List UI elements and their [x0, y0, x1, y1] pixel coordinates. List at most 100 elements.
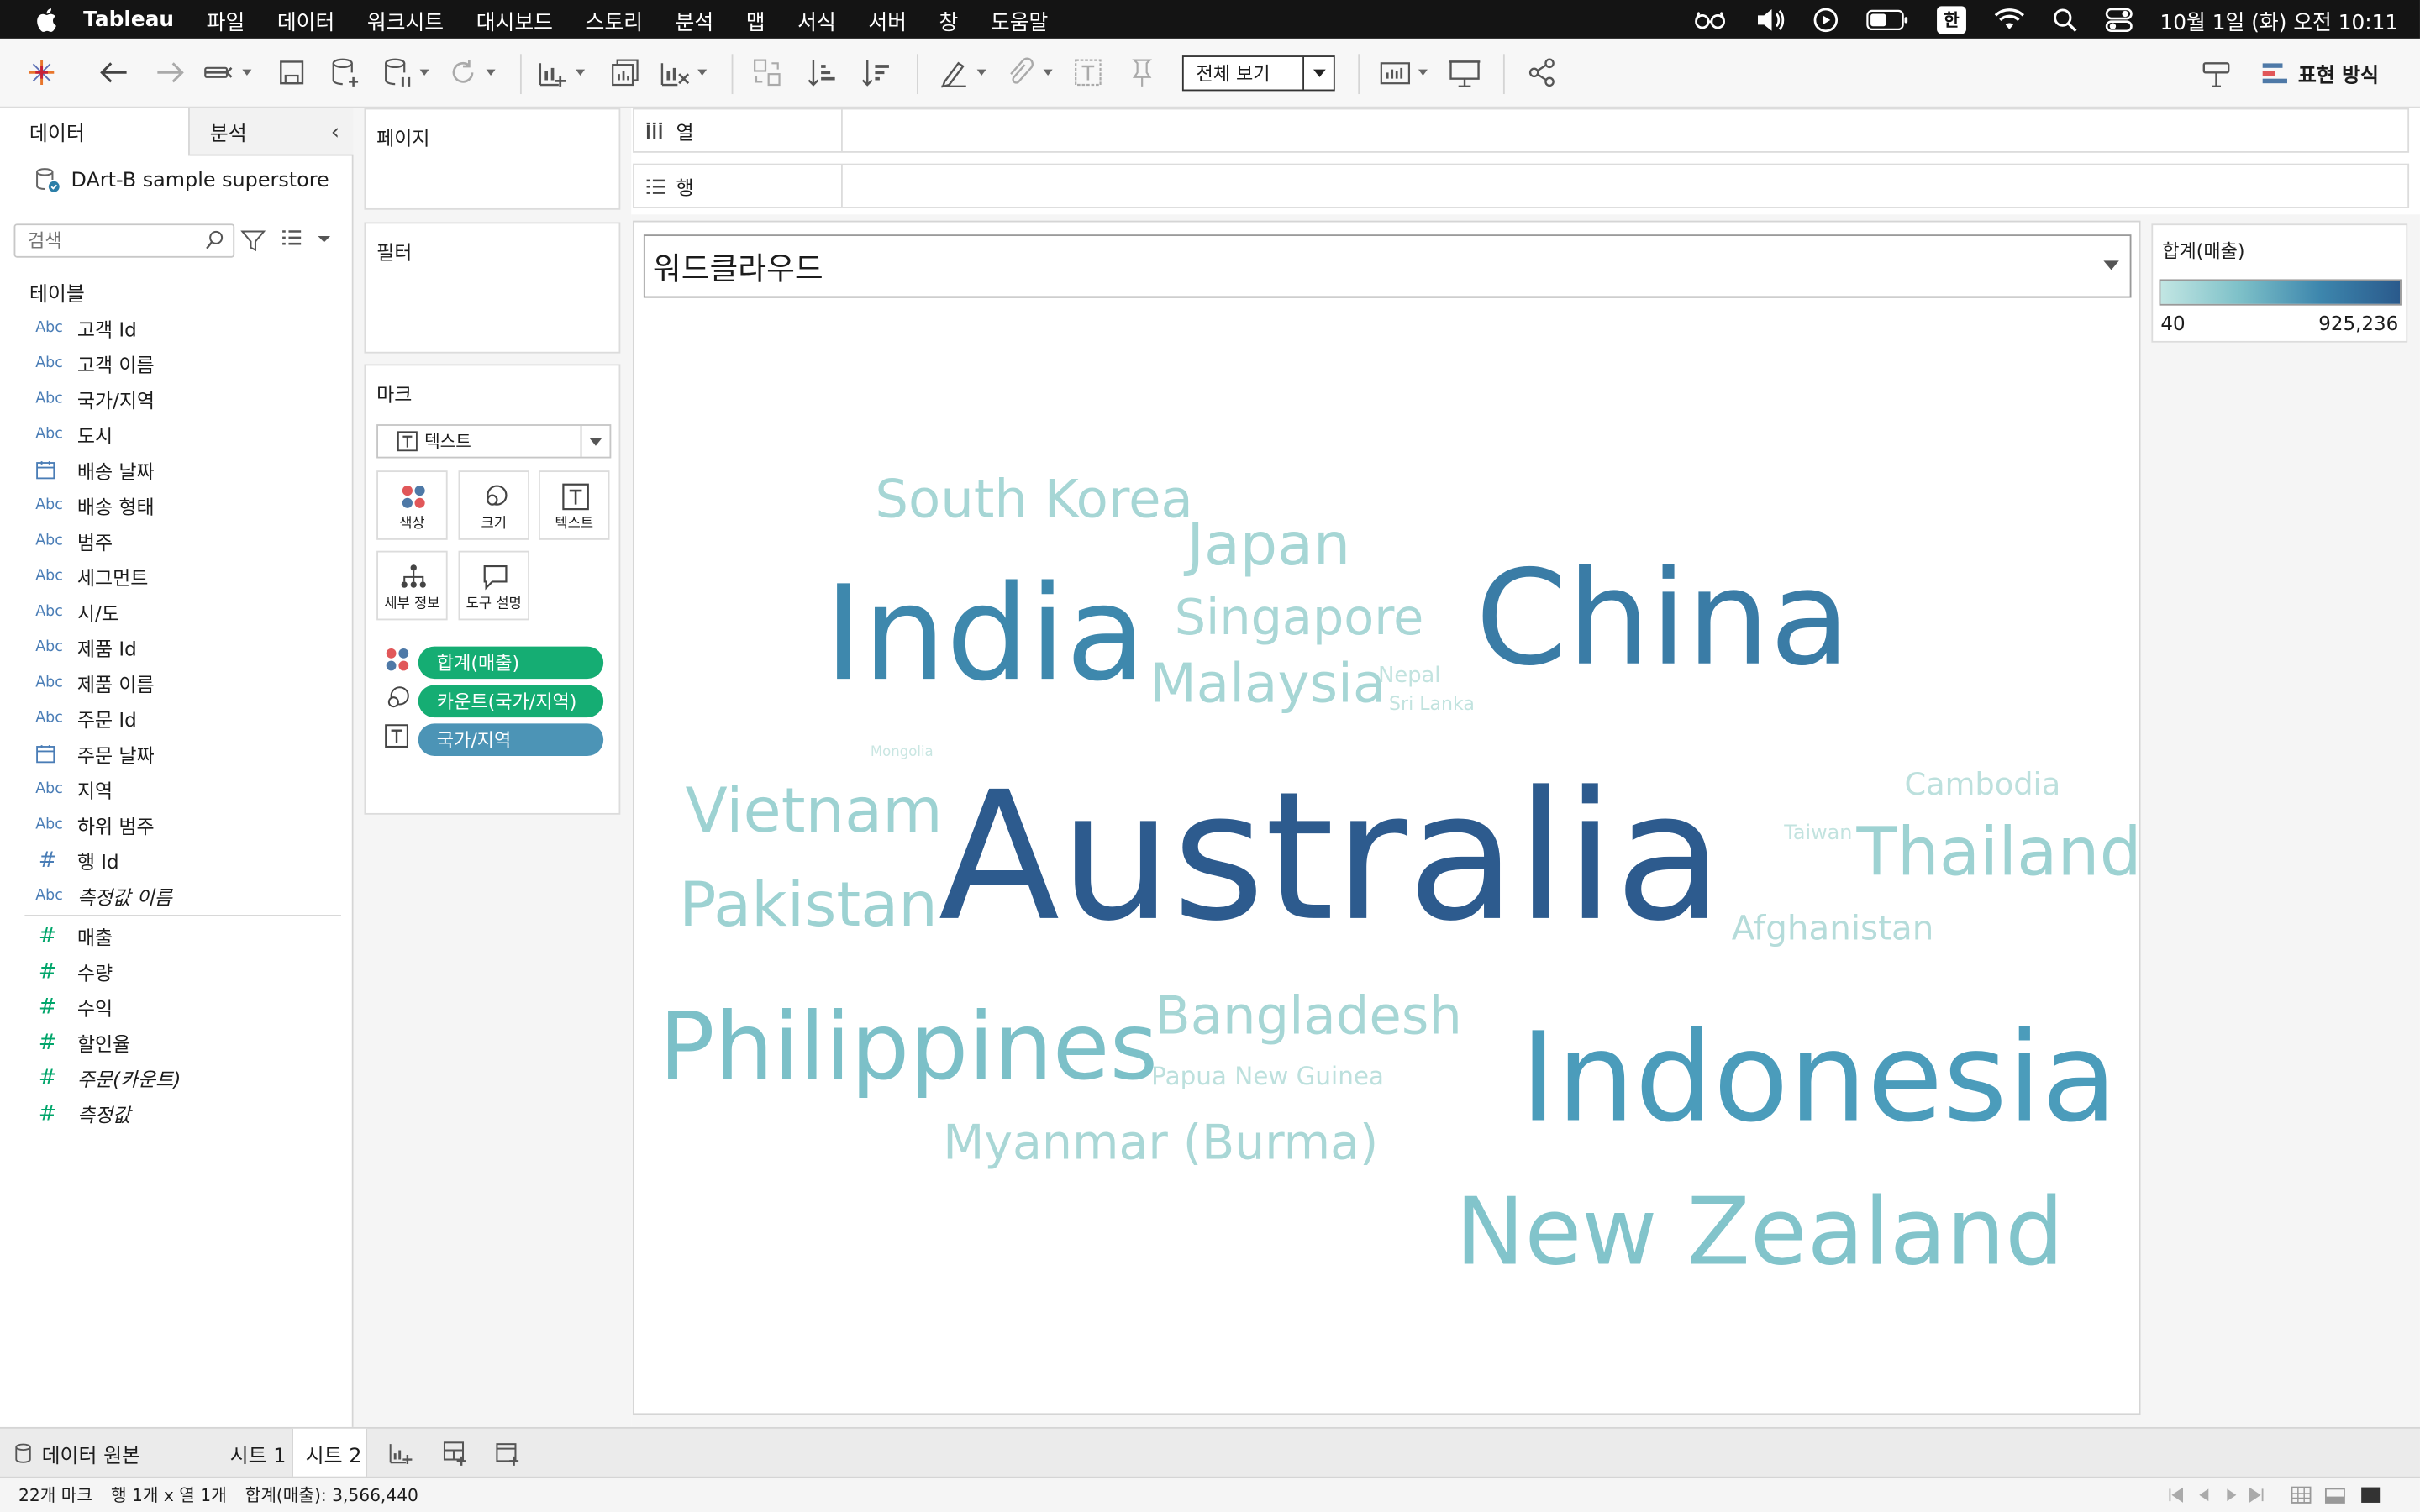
word-nepal[interactable]: Nepal	[1378, 665, 1440, 687]
menu-dashboard[interactable]: 대시보드	[476, 4, 553, 34]
pin-sign-icon[interactable]	[2199, 55, 2233, 89]
glasses-icon[interactable]	[1694, 8, 1728, 30]
tab-analysis[interactable]: 분석 ‹	[189, 108, 354, 156]
chevron-down-icon[interactable]	[2103, 260, 2119, 270]
field-item[interactable]: 배송 날짜	[0, 452, 354, 487]
word-australia[interactable]: Australia	[939, 769, 1723, 948]
field-item[interactable]: # 매출	[0, 918, 354, 953]
swap-rows-columns-icon[interactable]	[750, 55, 784, 89]
menu-analysis[interactable]: 분석	[676, 4, 714, 34]
word-india[interactable]: India	[824, 570, 1146, 701]
new-worksheet-icon[interactable]	[535, 55, 586, 89]
field-item[interactable]: Abc 고객 이름	[0, 345, 354, 381]
apple-icon[interactable]	[34, 5, 61, 33]
menu-server[interactable]: 서버	[868, 4, 907, 34]
word-pakistan[interactable]: Pakistan	[679, 874, 938, 936]
field-item[interactable]: Abc 하위 범주	[0, 807, 354, 843]
sort-ascending-icon[interactable]	[806, 55, 839, 89]
word-vietnam[interactable]: Vietnam	[685, 780, 942, 842]
menu-help[interactable]: 도움말	[991, 4, 1048, 34]
chevron-down-icon[interactable]	[580, 425, 610, 457]
word-indonesia[interactable]: Indonesia	[1520, 1016, 2118, 1140]
field-item[interactable]: # 행 Id	[0, 843, 354, 878]
field-item[interactable]: # 할인율	[0, 1025, 354, 1060]
fix-axes-icon[interactable]	[1125, 55, 1159, 89]
word-cambodia[interactable]: Cambodia	[1904, 769, 2060, 800]
field-item[interactable]: Abc 지역	[0, 771, 354, 806]
duplicate-sheet-icon[interactable]	[608, 55, 642, 89]
tab-datasource[interactable]: 데이터 원본	[0, 1429, 218, 1478]
pages-shelf[interactable]: 페이지	[364, 108, 621, 210]
refresh-icon[interactable]	[446, 55, 496, 89]
tab-sheet-2[interactable]: 시트 2	[292, 1428, 368, 1478]
field-item[interactable]: 주문 날짜	[0, 736, 354, 771]
color-legend[interactable]: 합계(매출) 40 925,236	[2151, 223, 2408, 343]
sort-descending-icon[interactable]	[860, 55, 893, 89]
new-worksheet-tab-icon[interactable]	[375, 1429, 415, 1478]
word-china[interactable]: China	[1476, 554, 1850, 685]
field-item[interactable]: Abc 국가/지역	[0, 381, 354, 417]
word-papua-new-guinea[interactable]: Papua New Guinea	[1151, 1063, 1384, 1089]
field-item[interactable]: Abc 고객 Id	[0, 310, 354, 345]
group-members-icon[interactable]	[1003, 55, 1053, 89]
word-bangladesh[interactable]: Bangladesh	[1155, 990, 1462, 1042]
field-item[interactable]: # 수량	[0, 953, 354, 989]
word-myanmar-burma[interactable]: Myanmar (Burma)	[943, 1120, 1378, 1168]
tab-sheet-1[interactable]: 시트 1	[218, 1429, 292, 1478]
country-pill[interactable]: 국가/지역	[418, 722, 604, 756]
menu-data[interactable]: 데이터	[277, 4, 334, 34]
search-input[interactable]	[28, 229, 206, 252]
field-item[interactable]: Abc 시/도	[0, 594, 354, 629]
sheet-nav-icons[interactable]	[2165, 1484, 2397, 1506]
tooltip-button[interactable]: 도구 설명	[458, 550, 529, 621]
menu-story[interactable]: 스토리	[586, 4, 643, 34]
field-item[interactable]: Abc 도시	[0, 417, 354, 452]
text-button[interactable]: 텍스트	[539, 470, 610, 540]
detail-button[interactable]: 세부 정보	[376, 550, 448, 621]
count-country-pill[interactable]: 카운트(국가/지역)	[418, 684, 604, 717]
search-field[interactable]	[13, 223, 235, 258]
menu-file[interactable]: 파일	[207, 4, 245, 34]
word-new-zealand[interactable]: New Zealand	[1455, 1186, 2064, 1278]
input-method-indicator[interactable]: 한	[1937, 5, 1966, 34]
field-item[interactable]: Abc 제품 Id	[0, 629, 354, 664]
battery-icon[interactable]	[1866, 8, 1909, 30]
show-cards-icon[interactable]	[1378, 55, 1428, 89]
field-item[interactable]: Abc 배송 형태	[0, 487, 354, 522]
new-story-tab-icon[interactable]	[481, 1429, 522, 1478]
control-center-icon[interactable]	[2104, 7, 2132, 32]
filters-shelf[interactable]: 필터	[364, 222, 621, 354]
spotlight-search-icon[interactable]	[2052, 7, 2076, 31]
collapse-pane-icon[interactable]: ‹	[331, 120, 339, 144]
menu-app-name[interactable]: Tableau	[83, 7, 174, 31]
mark-type-dropdown[interactable]: 텍스트	[376, 424, 612, 459]
datasource-item[interactable]: DArt-B sample superstore	[34, 166, 329, 194]
size-button[interactable]: 크기	[458, 470, 529, 540]
menu-format[interactable]: 서식	[797, 4, 836, 34]
field-item[interactable]: # 수익	[0, 989, 354, 1024]
field-item[interactable]: Abc 주문 Id	[0, 701, 354, 736]
save-icon[interactable]	[275, 55, 308, 89]
clock[interactable]: 10월 1일 (화) 오전 10:11	[2160, 4, 2398, 34]
word-mongolia[interactable]: Mongolia	[871, 746, 934, 761]
wifi-icon[interactable]	[1993, 7, 2024, 31]
sum-sales-pill[interactable]: 합계(매출)	[418, 645, 604, 679]
undo-icon[interactable]	[97, 55, 131, 89]
chevron-down-icon[interactable]	[1302, 56, 1334, 90]
menu-worksheet[interactable]: 워크시트	[367, 4, 444, 34]
word-malaysia[interactable]: Malaysia	[1150, 658, 1386, 712]
word-singapore[interactable]: Singapore	[1175, 592, 1424, 642]
show-mark-labels-icon[interactable]	[1071, 55, 1105, 89]
filter-icon[interactable]	[240, 228, 266, 258]
highlight-icon[interactable]	[937, 55, 986, 89]
sheet-title[interactable]: 워드클라우드	[643, 234, 2132, 298]
redo-icon[interactable]	[153, 55, 187, 89]
field-item[interactable]: Abc 측정값 이름	[0, 878, 354, 913]
presentation-mode-icon[interactable]	[1448, 55, 1481, 89]
field-item[interactable]: Abc 세그먼트	[0, 559, 354, 594]
word-afghanistan[interactable]: Afghanistan	[1732, 912, 1934, 947]
word-thailand[interactable]: Thailand	[1857, 820, 2142, 887]
word-japan[interactable]: Japan	[1186, 515, 1350, 574]
clear-sheet-icon[interactable]	[657, 55, 708, 89]
tab-data[interactable]: 데이터	[0, 108, 190, 156]
